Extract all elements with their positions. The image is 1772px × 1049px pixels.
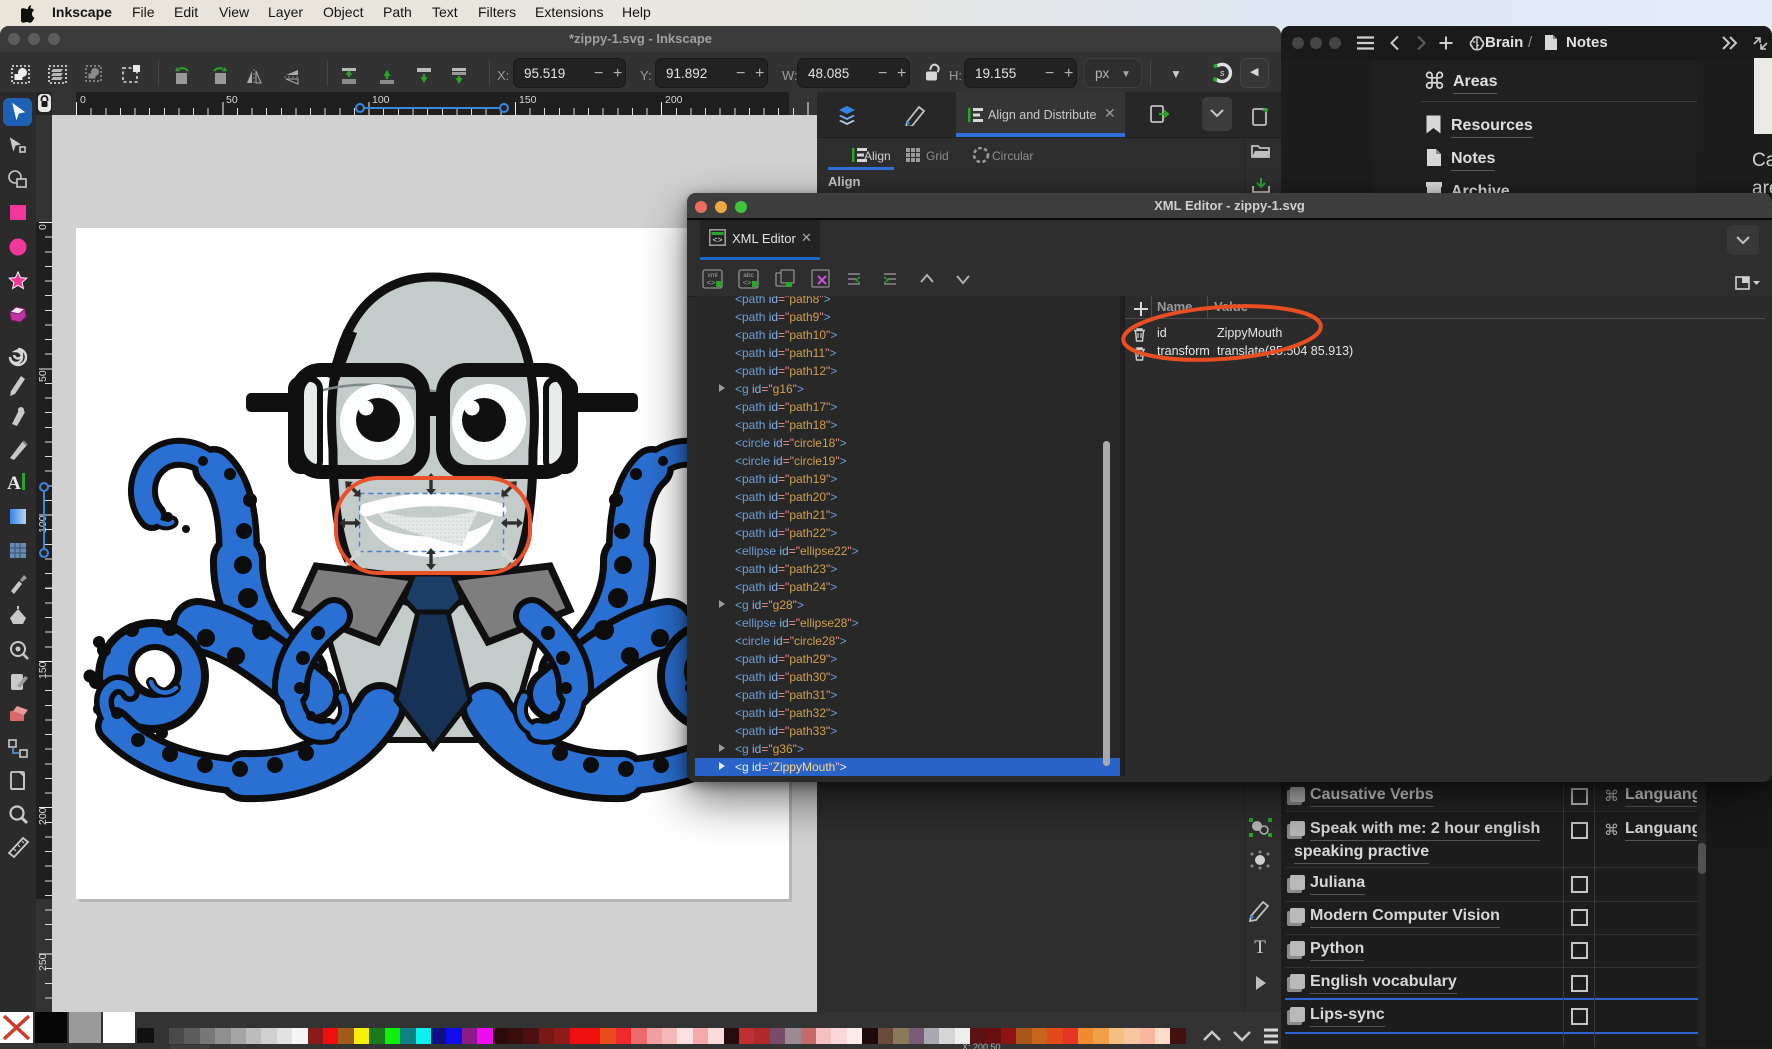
svg-text:<>: <> xyxy=(713,235,723,245)
svg-text:A: A xyxy=(7,473,21,494)
svg-text:T: T xyxy=(1254,937,1266,958)
svg-text:<>: <> xyxy=(707,278,716,287)
svg-text:s: s xyxy=(1220,68,1225,78)
svg-text:<>: <> xyxy=(743,278,752,287)
